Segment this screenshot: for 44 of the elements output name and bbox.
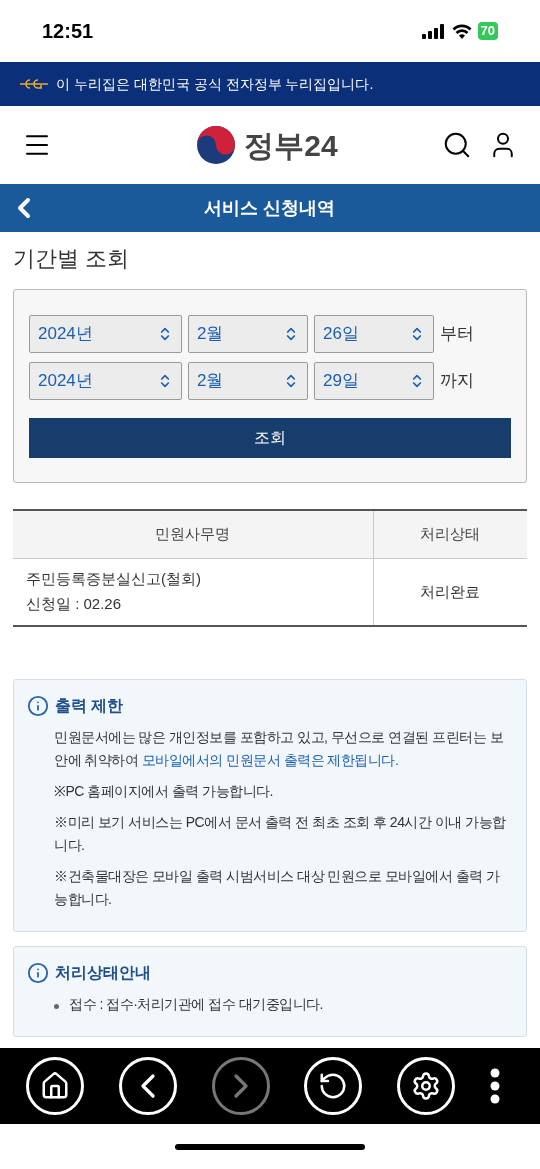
more-icon (490, 1068, 500, 1104)
year-select[interactable]: 2024년 (29, 362, 182, 400)
page-title: 서비스 신청내역 (204, 196, 336, 220)
notice-title: 처리상태안내 (55, 963, 151, 983)
notice-link[interactable]: 모바일에서의 민원문서 출력은 제한됩니다. (141, 752, 399, 768)
status-description: 접수 : 접수·처리기관에 접수 대기중입니다. (69, 995, 323, 1014)
info-icon (27, 695, 49, 717)
taegeuk-logo-icon (196, 125, 237, 165)
search-icon[interactable] (442, 130, 472, 160)
request-name: 주민등록증분실신고(철회) (26, 569, 202, 590)
logo-text: 정부24 (244, 127, 338, 164)
notice-note: ※건축물대장은 모바일 출력 시범서비스 대상 민원으로 모바일에서 출력 가능합니다. (54, 867, 501, 909)
month-select[interactable]: 2월 (188, 362, 308, 400)
info-icon (27, 962, 49, 984)
column-header: 처리상태 (373, 510, 527, 558)
month-select[interactable]: 2월 (188, 315, 308, 353)
more-button[interactable] (490, 1068, 500, 1104)
home-button[interactable] (26, 1057, 84, 1115)
year-select[interactable]: 2024년 (29, 315, 182, 353)
range-label: 까지 (440, 370, 474, 393)
column-header: 민원사무명 (13, 510, 373, 558)
request-date: 신청일 : 02.26 (26, 593, 123, 614)
status-time: 12:51 (42, 19, 94, 44)
settings-icon (411, 1071, 442, 1101)
home-icon (40, 1071, 70, 1101)
signal-icon (421, 23, 446, 39)
battery-icon: 70 (477, 22, 498, 40)
section-heading: 기간별 조회 (13, 245, 131, 273)
wifi-icon (451, 23, 472, 39)
reload-button[interactable] (304, 1057, 363, 1115)
day-select[interactable]: 26일 (314, 315, 434, 353)
settings-button[interactable] (397, 1057, 456, 1115)
notice-note: ※PC 홈페이지에서 출력 가능합니다. (54, 782, 274, 801)
back-button[interactable] (118, 1057, 177, 1115)
bullet-icon (54, 1004, 59, 1009)
notice-text: 민원문서에는 많은 개인정보를 포함하고 있고, 무선으로 연결된 프린터는 보안에 취약하여 모바일에서의 민원문서 출력은 제한됩니다. (54, 728, 504, 770)
banner-text: 이 누리집은 대한민국 공식 전자정부 누리집입니다. (56, 74, 374, 94)
notice-title: 출력 제한 (55, 696, 124, 716)
day-select[interactable]: 29일 (314, 362, 434, 400)
table-cell: 처리완료 (373, 558, 527, 626)
range-label: 부터 (440, 323, 474, 346)
eg-logo-icon (20, 78, 48, 90)
search-button[interactable]: 조회 (29, 418, 511, 458)
notice-note: ※미리 보기 서비스는 PC에서 문서 출력 전 최초 조회 후 24시간 이내 가능합니다. (54, 813, 507, 855)
